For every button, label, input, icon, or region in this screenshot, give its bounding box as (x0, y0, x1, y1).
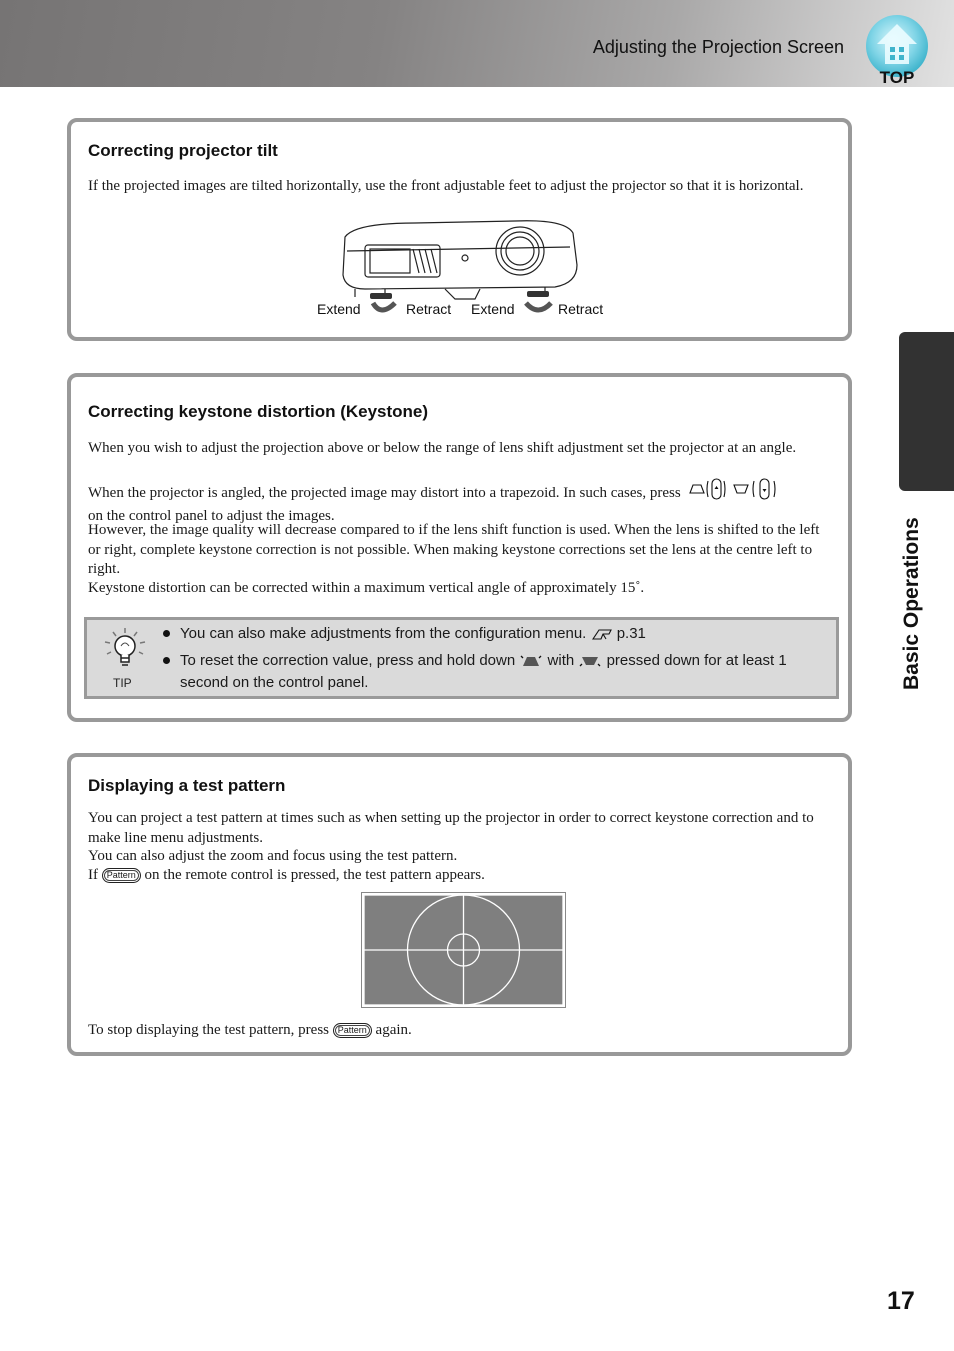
paragraph-text: on the remote control is pressed, the te… (144, 867, 485, 883)
label-retract-right: Retract (558, 301, 604, 317)
paragraph: To stop displaying the test pattern, pre… (88, 1021, 833, 1041)
lightbulb-icon (104, 628, 146, 666)
tip-label: TIP (113, 676, 132, 690)
paragraph: You can project a test pattern at times … (88, 810, 814, 846)
tip-text: To reset the correction value, press and… (180, 652, 516, 669)
paragraph: When you wish to adjust the projection a… (88, 440, 797, 456)
home-icon: TOP (866, 15, 928, 87)
keystone-up-button-icon (684, 478, 780, 507)
page-reference-icon (591, 627, 613, 646)
chapter-title: Adjusting the Projection Screen (592, 37, 844, 57)
page-header: Adjusting the Projection Screen TOP (0, 0, 954, 87)
label-extend-right: Extend (471, 301, 515, 317)
section-projector-tilt: Correcting projector tilt If the project… (67, 118, 852, 341)
label-retract-left: Retract (406, 301, 452, 317)
paragraph: You can also adjust the zoom and focus u… (88, 848, 458, 864)
paragraph: When the projector is angled, the projec… (88, 478, 833, 526)
tip-list: You can also make adjustments from the c… (163, 624, 833, 697)
paragraph-text: To stop displaying the test pattern, pre… (88, 1022, 329, 1038)
section-title: Correcting keystone distortion (Keystone… (88, 402, 429, 421)
tip-text: You can also make adjustments from the c… (180, 625, 587, 642)
paragraph: Keystone distortion can be corrected wit… (88, 580, 645, 596)
paragraph: If the projected images are tilted horiz… (88, 178, 804, 194)
chapter-tab[interactable] (899, 332, 954, 491)
paragraph: If Pattern on the remote control is pres… (88, 866, 833, 886)
chapter-tab-label: Basic Operations (900, 517, 923, 690)
page-number: 17 (887, 1287, 915, 1315)
label-extend-left: Extend (317, 301, 361, 317)
section-title: Correcting projector tilt (88, 141, 278, 160)
section-keystone: Correcting keystone distortion (Keystone… (67, 373, 852, 722)
test-pattern-image (361, 892, 566, 1008)
page-reference-link[interactable]: p.31 (617, 625, 646, 642)
pattern-button[interactable]: Pattern (332, 1023, 372, 1038)
tip-text: with (547, 652, 575, 669)
tip-item: You can also make adjustments from the c… (163, 624, 833, 646)
tip-item: To reset the correction value, press and… (163, 651, 833, 692)
top-label: TOP (880, 68, 915, 86)
pattern-button[interactable]: Pattern (101, 868, 141, 883)
paragraph: However, the image quality will decrease… (88, 522, 820, 577)
tip-box: TIP You can also make adjustments from t… (84, 617, 839, 699)
keystone-down-icon (578, 654, 602, 673)
section-test-pattern: Displaying a test pattern You can projec… (67, 753, 852, 1056)
paragraph-text: again. (375, 1022, 412, 1038)
top-button[interactable]: TOP (862, 14, 932, 87)
paragraph-text: If (88, 867, 98, 883)
section-title: Displaying a test pattern (88, 776, 286, 795)
paragraph-text: When the projector is angled, the projec… (88, 485, 681, 501)
keystone-up-icon (519, 654, 543, 673)
